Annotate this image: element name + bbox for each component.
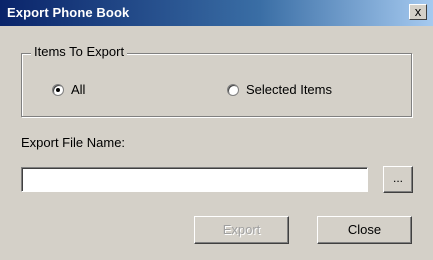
radio-all-label[interactable]: All bbox=[71, 82, 85, 97]
export-file-name-input[interactable] bbox=[21, 167, 368, 192]
radio-all[interactable]: All bbox=[52, 82, 85, 97]
export-file-name-label: Export File Name: bbox=[21, 135, 126, 150]
window-close-button[interactable]: x bbox=[409, 4, 427, 20]
export-button[interactable]: Export bbox=[194, 216, 289, 244]
items-to-export-legend: Items To Export bbox=[31, 44, 128, 59]
browse-button[interactable]: ... bbox=[383, 166, 413, 193]
radio-all-indicator[interactable] bbox=[52, 83, 64, 96]
close-icon: x bbox=[414, 4, 422, 19]
radio-selected-dot bbox=[56, 87, 60, 92]
radio-selected-items-indicator[interactable] bbox=[227, 83, 239, 96]
export-phone-book-dialog: Export Phone Book x Items To Export All … bbox=[0, 0, 433, 260]
close-button[interactable]: Close bbox=[317, 216, 412, 244]
window-title: Export Phone Book bbox=[7, 5, 130, 20]
radio-selected-items[interactable]: Selected Items bbox=[227, 82, 332, 97]
title-bar[interactable]: Export Phone Book x bbox=[0, 0, 433, 26]
radio-selected-items-label[interactable]: Selected Items bbox=[246, 82, 332, 97]
